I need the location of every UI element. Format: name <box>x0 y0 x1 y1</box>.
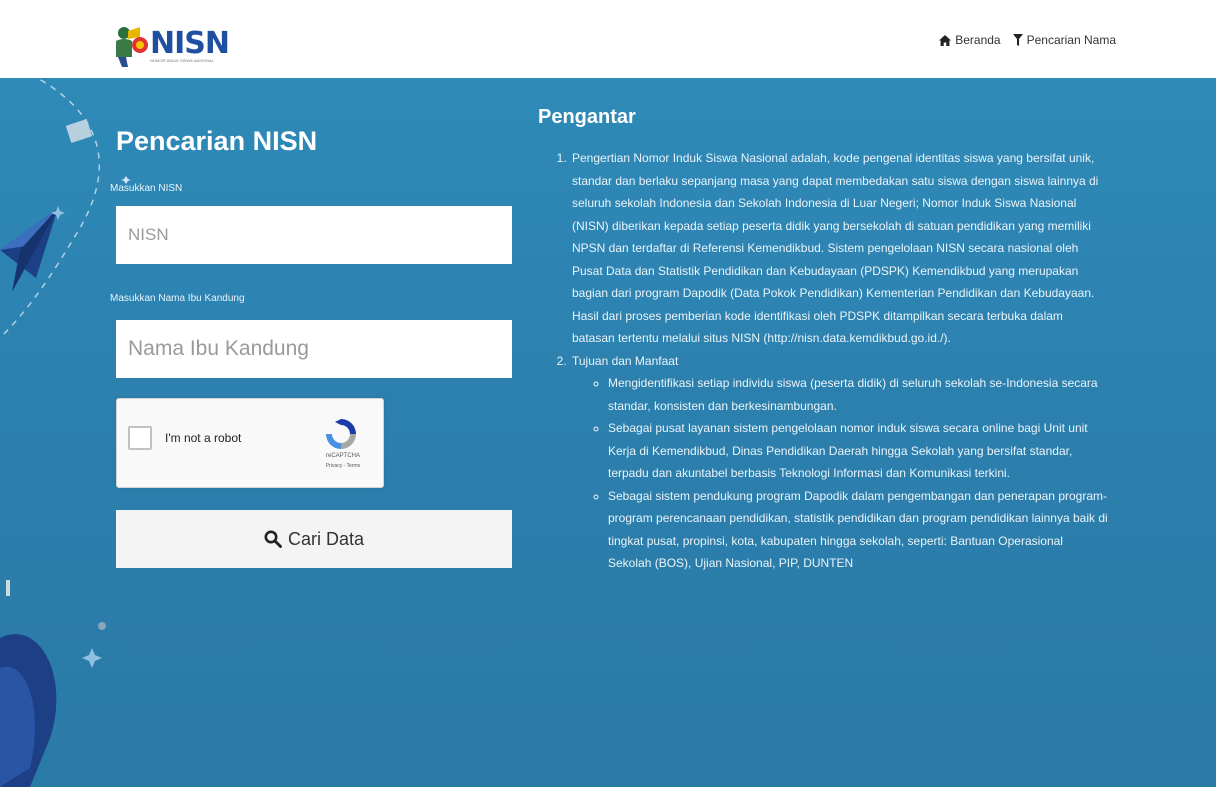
nav-beranda-label: Beranda <box>955 33 1001 47</box>
nav-pencarian-nama[interactable]: Pencarian Nama <box>1012 33 1116 47</box>
nisn-label: Masukkan NISN <box>110 183 183 194</box>
logo-text: NISN <box>150 25 230 61</box>
nisn-logo[interactable]: NISN NOMOR INDUK SISWA NASIONAL <box>110 22 230 68</box>
intro-list: Pengertian Nomor Induk Siswa Nasional ad… <box>556 147 1108 575</box>
purpose-item: Sebagai pusat layanan sistem pengelolaan… <box>608 417 1108 485</box>
intro-item-definition: Pengertian Nomor Induk Siswa Nasional ad… <box>570 147 1108 350</box>
search-button-label: Cari Data <box>287 528 365 549</box>
search-button[interactable]: Cari Data <box>116 510 512 568</box>
search-title: Pencarian NISN <box>116 126 318 156</box>
student-figure-icon <box>116 27 148 67</box>
filter-icon <box>1012 34 1023 46</box>
logo-subtext: NOMOR INDUK SISWA NASIONAL <box>150 58 214 63</box>
home-icon <box>939 34 952 46</box>
recaptcha-widget: I'm not a robot reCAPTCHA Privacy - Term… <box>116 398 384 488</box>
intro-title: Pengantar <box>538 106 636 128</box>
recaptcha-checkbox[interactable] <box>128 426 152 450</box>
mother-name-label: Masukkan Nama Ibu Kandung <box>110 293 245 304</box>
search-icon <box>264 530 282 548</box>
top-navbar: NISN NOMOR INDUK SISWA NASIONAL Beranda … <box>0 0 1216 78</box>
header-nav: Beranda Pencarian Nama <box>939 33 1116 47</box>
nav-beranda[interactable]: Beranda <box>939 33 1001 47</box>
recaptcha-privacy-terms[interactable]: Privacy - Terms <box>313 463 373 469</box>
recaptcha-label: I'm not a robot <box>165 431 242 445</box>
intro-item-text: Pengertian Nomor Induk Siswa Nasional ad… <box>572 151 1099 345</box>
recaptcha-brand: reCAPTCHA <box>325 453 360 459</box>
hero-section: Pencarian NISN Masukkan NISN Masukkan Na… <box>0 78 1216 787</box>
intro-content: Pengertian Nomor Induk Siswa Nasional ad… <box>556 147 1108 575</box>
intro-item-purpose: Tujuan dan Manfaat Mengidentifikasi seti… <box>570 350 1108 575</box>
recaptcha-logo-icon <box>326 419 356 449</box>
purpose-item: Sebagai sistem pendukung program Dapodik… <box>608 485 1108 575</box>
intro-item-text: Tujuan dan Manfaat <box>572 353 679 368</box>
nisn-input[interactable] <box>116 206 512 264</box>
nav-pencarian-nama-label: Pencarian Nama <box>1026 33 1116 47</box>
purpose-item: Mengidentifikasi setiap individu siswa (… <box>608 372 1108 417</box>
purpose-list: Mengidentifikasi setiap individu siswa (… <box>572 372 1108 575</box>
mother-name-input[interactable] <box>116 320 512 378</box>
